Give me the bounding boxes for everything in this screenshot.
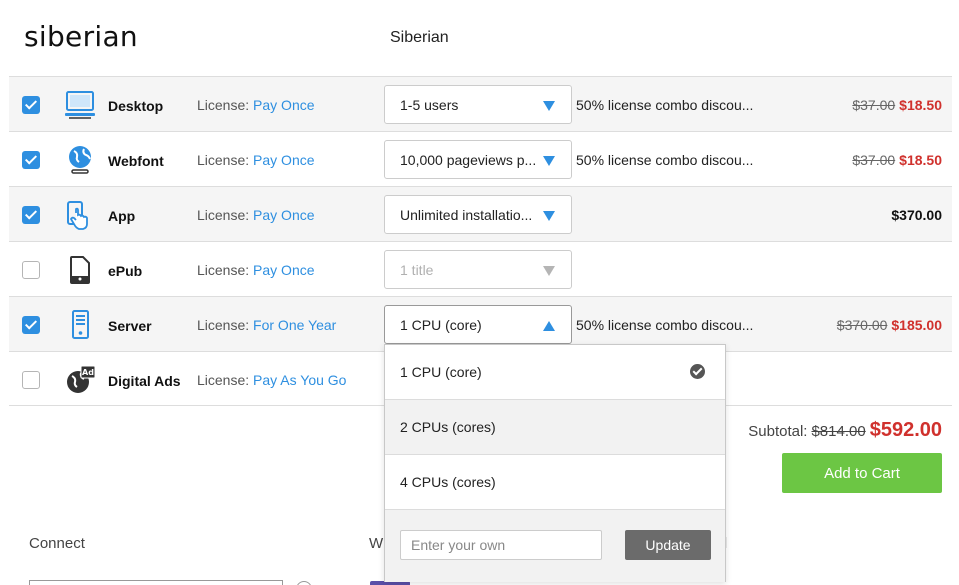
- digital-ads-icon: Ad: [64, 364, 96, 396]
- desktop-users-select[interactable]: 1-5 users: [384, 85, 572, 124]
- webfont-globe-icon: [64, 144, 96, 176]
- option-label: 2 CPUs (cores): [400, 419, 496, 435]
- check-circle-icon: [690, 364, 705, 379]
- license-type-link[interactable]: Pay As You Go: [253, 372, 346, 388]
- chevron-down-icon: [543, 156, 555, 166]
- new-price: $18.50: [899, 97, 942, 113]
- desktop-checkbox[interactable]: [22, 96, 40, 114]
- digital-ads-checkbox[interactable]: [22, 371, 40, 389]
- license-epub: License: Pay Once: [197, 262, 315, 278]
- old-price: $37.00: [852, 152, 896, 168]
- old-price: $37.00: [852, 97, 896, 113]
- option-label: 4 CPUs (cores): [400, 474, 496, 490]
- chevron-down-icon: [543, 211, 555, 221]
- footer-partial-heading: W: [369, 535, 384, 552]
- epub-checkbox[interactable]: [22, 261, 40, 279]
- old-price: $370.00: [836, 317, 888, 333]
- app-checkbox[interactable]: [22, 206, 40, 224]
- dropdown-option-4-cpus[interactable]: 4 CPUs (cores): [385, 455, 725, 510]
- discount-server: 50% license combo discou...: [576, 317, 754, 333]
- epub-device-icon: [64, 254, 96, 286]
- product-name-desktop: Desktop: [108, 98, 164, 114]
- subtotal-old-price: $814.00: [811, 423, 866, 440]
- license-label: License:: [197, 372, 250, 388]
- license-row-desktop: Desktop License: Pay Once 1-5 users 50% …: [9, 76, 952, 131]
- connect-heading: Connect: [29, 535, 85, 552]
- discount-desktop: 50% license combo discou...: [576, 97, 754, 113]
- subtotal-new-price: $592.00: [869, 419, 942, 441]
- license-row-epub: ePub License: Pay Once 1 title: [9, 241, 952, 296]
- license-label: License:: [197, 262, 250, 278]
- license-label: License:: [197, 97, 250, 113]
- option-label: 1 CPU (core): [400, 364, 482, 380]
- license-type-link[interactable]: Pay Once: [253, 152, 314, 168]
- license-row-app: App License: Pay Once Unlimited installa…: [9, 186, 952, 241]
- desktop-icon: [64, 89, 96, 121]
- font-name-title: Siberian: [390, 29, 449, 46]
- subtotal-label: Subtotal:: [748, 423, 808, 440]
- new-price: $185.00: [891, 317, 942, 333]
- license-type-link[interactable]: Pay Once: [253, 262, 314, 278]
- price-server: $370.00 $185.00: [837, 317, 942, 333]
- select-value: 1 title: [400, 262, 434, 278]
- product-name-server: Server: [108, 318, 152, 334]
- license-webfont: License: Pay Once: [197, 152, 315, 168]
- license-label: License:: [197, 152, 250, 168]
- webfont-checkbox[interactable]: [22, 151, 40, 169]
- app-touch-icon: [64, 199, 96, 231]
- add-to-cart-button[interactable]: Add to Cart: [782, 453, 942, 493]
- price-webfont: $37.00 $18.50: [852, 152, 942, 168]
- license-digital-ads: License: Pay As You Go: [197, 372, 346, 388]
- webfont-pageviews-select[interactable]: 10,000 pageviews p...: [384, 140, 572, 179]
- price: $370.00: [891, 207, 942, 223]
- new-price: $18.50: [899, 152, 942, 168]
- discount-webfont: 50% license combo discou...: [576, 152, 754, 168]
- select-value: 1-5 users: [400, 97, 459, 113]
- server-icon: [64, 309, 96, 341]
- license-label: License:: [197, 317, 250, 333]
- server-checkbox[interactable]: [22, 316, 40, 334]
- product-name-digital-ads: Digital Ads: [108, 373, 181, 389]
- product-name-webfont: Webfont: [108, 153, 164, 169]
- select-value: Unlimited installatio...: [400, 207, 533, 223]
- license-app: License: Pay Once: [197, 207, 315, 223]
- custom-quantity: Update: [385, 510, 725, 582]
- license-type-link[interactable]: Pay Once: [253, 207, 314, 223]
- price-app: $370.00: [891, 207, 942, 223]
- select-value: 10,000 pageviews p...: [400, 152, 537, 168]
- dropdown-option-1-cpu[interactable]: 1 CPU (core): [385, 345, 725, 400]
- ad-badge-text: Ad: [82, 368, 94, 377]
- social-icon[interactable]: [296, 581, 312, 585]
- license-label: License:: [197, 207, 250, 223]
- chevron-down-icon: [543, 101, 555, 111]
- custom-quantity-input[interactable]: [400, 530, 602, 560]
- license-type-link[interactable]: For One Year: [253, 317, 336, 333]
- subtotal: Subtotal: $814.00 $592.00: [748, 419, 942, 442]
- cpu-dropdown-menu: 1 CPU (core) 2 CPUs (cores) 4 CPUs (core…: [384, 344, 726, 582]
- chevron-down-icon: [543, 266, 555, 276]
- chevron-up-icon: [543, 321, 555, 331]
- license-row-server: Server License: For One Year 1 CPU (core…: [9, 296, 952, 351]
- update-button[interactable]: Update: [625, 530, 711, 560]
- app-installations-select[interactable]: Unlimited installatio...: [384, 195, 572, 234]
- license-server: License: For One Year: [197, 317, 336, 333]
- select-value: 1 CPU (core): [400, 317, 482, 333]
- license-type-link[interactable]: Pay Once: [253, 97, 314, 113]
- newsletter-input[interactable]: [29, 580, 283, 585]
- price-desktop: $37.00 $18.50: [852, 97, 942, 113]
- epub-titles-select[interactable]: 1 title: [384, 250, 572, 289]
- license-row-webfont: Webfont License: Pay Once 10,000 pagevie…: [9, 131, 952, 186]
- siberian-logo[interactable]: siberian: [24, 20, 138, 53]
- product-name-epub: ePub: [108, 263, 143, 279]
- server-cpu-select[interactable]: 1 CPU (core): [384, 305, 572, 344]
- license-desktop: License: Pay Once: [197, 97, 315, 113]
- product-name-app: App: [108, 208, 136, 224]
- dropdown-option-2-cpus[interactable]: 2 CPUs (cores): [385, 400, 725, 455]
